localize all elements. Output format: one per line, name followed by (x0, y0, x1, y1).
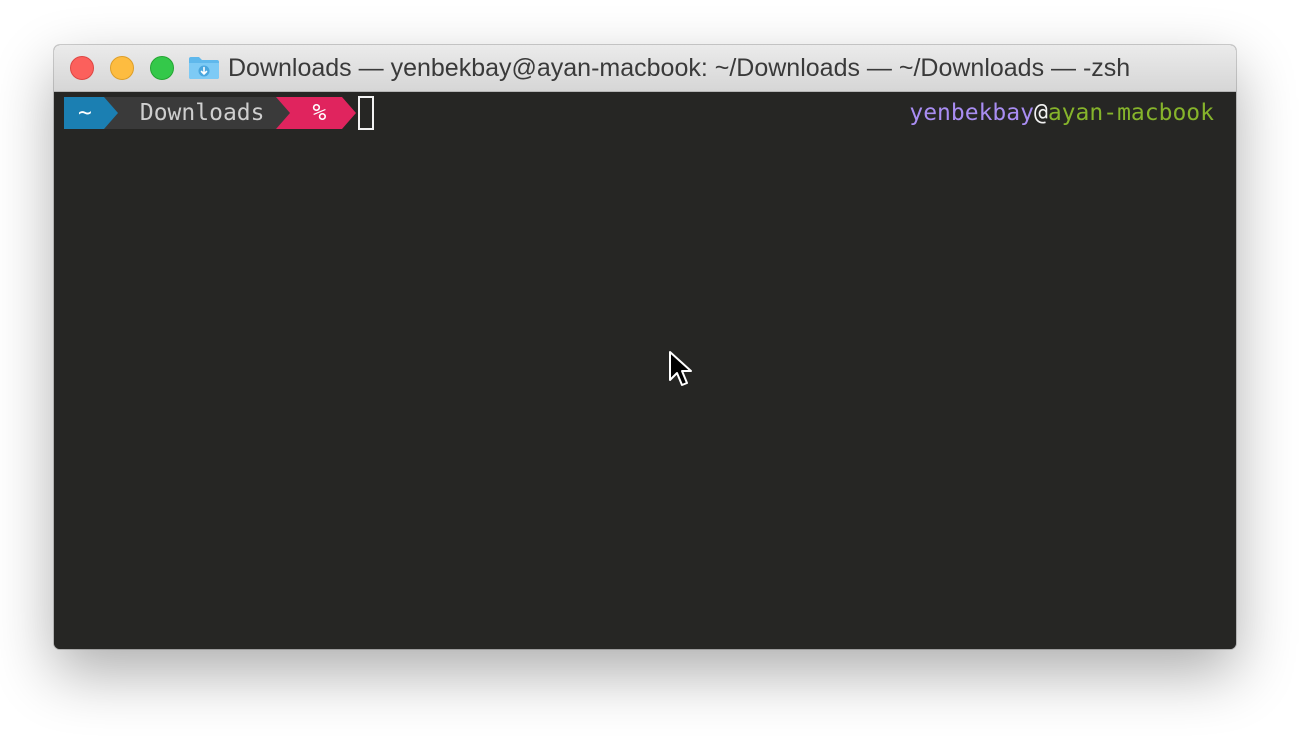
segment-separator-arrow-icon (103, 97, 118, 129)
arrow-cursor-icon (668, 350, 694, 388)
prompt-symbol-segment: % (290, 97, 343, 129)
segment-separator-arrow-icon (276, 97, 291, 129)
text-cursor (358, 96, 374, 130)
title-bar[interactable]: Downloads — yenbekbay@ayan-macbook: ~/Do… (54, 45, 1236, 92)
window-title-group: Downloads — yenbekbay@ayan-macbook: ~/Do… (188, 45, 1130, 91)
prompt-user: yenbekbay (909, 100, 1034, 126)
folder-downloads-icon[interactable] (188, 56, 220, 80)
prompt-host: ayan-macbook (1047, 100, 1214, 126)
zoom-button[interactable] (150, 56, 174, 80)
right-prompt: yenbekbay@ayan-macbook (909, 97, 1214, 129)
prompt-at-sign: @ (1033, 100, 1048, 126)
segment-separator-arrow-icon (342, 97, 357, 129)
terminal-window: Downloads — yenbekbay@ayan-macbook: ~/Do… (54, 45, 1236, 649)
close-button[interactable] (70, 56, 94, 80)
minimize-button[interactable] (110, 56, 134, 80)
prompt-home-segment: ~ (64, 97, 104, 129)
prompt-directory-segment: Downloads (117, 97, 277, 129)
powerline-prompt: ~ Downloads % (64, 97, 357, 129)
window-title: Downloads — yenbekbay@ayan-macbook: ~/Do… (228, 53, 1131, 82)
terminal-content[interactable]: ~ Downloads % yenbekbay@ayan-macbook (54, 92, 1236, 649)
